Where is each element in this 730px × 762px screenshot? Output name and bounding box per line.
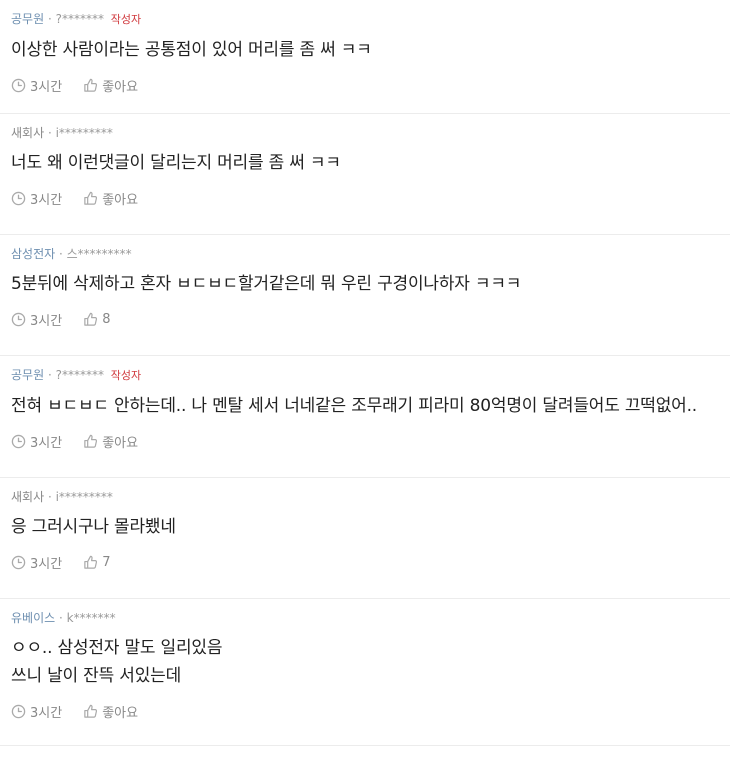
- comment-meta: 새회사 · i*********: [11, 488, 719, 506]
- time-info: 3시간: [11, 76, 62, 95]
- meta-separator: ·: [59, 247, 67, 261]
- comment-meta: 공무원 · ?******* 작성자: [11, 10, 719, 29]
- thumbs-up-icon: [84, 191, 98, 205]
- time-text: 3시간: [30, 79, 63, 95]
- clock-icon: [11, 191, 26, 205]
- comment-list: 공무원 · ?******* 작성자 이상한 사람이라는 공통점이 있어 머리를…: [0, 0, 730, 746]
- comment-text-line: 전혀 ㅂㄷㅂㄷ 안하는데.. 나 멘탈 세서 너네같은 조무래기 피라미 80억…: [11, 396, 698, 416]
- like-button[interactable]: 7: [83, 555, 110, 570]
- like-text: 좋아요: [102, 705, 139, 721]
- company-name[interactable]: 유베이스: [11, 611, 55, 625]
- user-name: ?*******: [55, 368, 104, 382]
- meta-separator: ·: [47, 12, 56, 26]
- like-button[interactable]: 좋아요: [83, 702, 138, 721]
- comment-actions: 3시간 8: [11, 310, 719, 329]
- comment-meta: 유베이스 · k*******: [11, 609, 719, 627]
- time-info: 3시간: [11, 310, 62, 329]
- time-text: 3시간: [30, 705, 63, 721]
- meta-separator: ·: [47, 126, 56, 140]
- comment-meta: 새회사 · i*********: [11, 124, 719, 142]
- comment-actions: 3시간 좋아요: [11, 432, 719, 451]
- meta-separator: ·: [47, 368, 56, 382]
- comment-text-line: 응 그러시구나 몰라뵀네: [11, 517, 176, 537]
- like-button[interactable]: 좋아요: [83, 432, 138, 451]
- clock-icon: [11, 78, 26, 92]
- meta-separator: ·: [59, 611, 67, 625]
- user-name: i*********: [55, 490, 113, 504]
- author-badge: 작성자: [110, 13, 142, 26]
- comment-actions: 3시간 좋아요: [11, 76, 719, 95]
- time-text: 3시간: [30, 192, 63, 208]
- like-text: 8: [102, 311, 111, 327]
- like-text: 좋아요: [102, 435, 139, 451]
- comment-actions: 3시간 좋아요: [11, 189, 719, 208]
- comment-body: 전혀 ㅂㄷㅂㄷ 안하는데.. 나 멘탈 세서 너네같은 조무래기 피라미 80억…: [11, 392, 719, 420]
- thumbs-up-icon: [84, 78, 98, 92]
- comment-item: 삼성전자 · 스********* 5분뒤에 삭제하고 혼자 ㅂㄷㅂㄷ할거같은데…: [0, 235, 730, 356]
- user-name: 스*********: [66, 247, 132, 261]
- meta-separator: ·: [47, 490, 56, 504]
- user-name: i*********: [55, 126, 113, 140]
- comment-meta: 공무원 · ?******* 작성자: [11, 366, 719, 385]
- clock-icon: [11, 312, 26, 326]
- like-text: 좋아요: [102, 79, 139, 95]
- company-name[interactable]: 새회사: [11, 490, 44, 504]
- comment-item: 공무원 · ?******* 작성자 전혀 ㅂㄷㅂㄷ 안하는데.. 나 멘탈 세…: [0, 356, 730, 478]
- comment-item: 공무원 · ?******* 작성자 이상한 사람이라는 공통점이 있어 머리를…: [0, 0, 730, 114]
- thumbs-up-icon: [84, 555, 98, 569]
- like-button[interactable]: 좋아요: [83, 76, 138, 95]
- like-text: 좋아요: [102, 192, 139, 208]
- thumbs-up-icon: [84, 312, 98, 326]
- comment-actions: 3시간 7: [11, 553, 719, 572]
- user-name: ?*******: [55, 12, 104, 26]
- clock-icon: [11, 555, 26, 569]
- time-info: 3시간: [11, 432, 62, 451]
- comment-body: 이상한 사람이라는 공통점이 있어 머리를 좀 써 ㅋㅋ: [11, 36, 719, 64]
- comment-text-line: ㅇㅇ.. 삼성전자 말도 일리있음: [11, 638, 223, 658]
- like-button[interactable]: 8: [83, 312, 110, 327]
- thumbs-up-icon: [84, 434, 98, 448]
- comment-meta: 삼성전자 · 스*********: [11, 245, 719, 263]
- comment-actions: 3시간 좋아요: [11, 702, 719, 721]
- company-name[interactable]: 공무원: [11, 368, 44, 382]
- author-badge: 작성자: [110, 369, 142, 382]
- time-text: 3시간: [30, 556, 63, 572]
- time-info: 3시간: [11, 553, 62, 572]
- comment-text-line: 쓰니 날이 잔뜩 서있는데: [11, 666, 182, 686]
- comment-item: 새회사 · i********* 응 그러시구나 몰라뵀네 3시간 7: [0, 478, 730, 599]
- comment-text-line: 이상한 사람이라는 공통점이 있어 머리를 좀 써 ㅋㅋ: [11, 40, 372, 60]
- like-text: 7: [102, 554, 111, 570]
- comment-item: 새회사 · i********* 너도 왜 이런댓글이 달리는지 머리를 좀 써…: [0, 114, 730, 235]
- company-name[interactable]: 삼성전자: [11, 247, 55, 261]
- time-text: 3시간: [30, 313, 63, 329]
- comment-body: 5분뒤에 삭제하고 혼자 ㅂㄷㅂㄷ할거같은데 뭐 우린 구경이나하자 ㅋㅋㅋ: [11, 270, 719, 298]
- thumbs-up-icon: [84, 704, 98, 718]
- comment-text-line: 너도 왜 이런댓글이 달리는지 머리를 좀 써 ㅋㅋ: [11, 153, 341, 173]
- user-name: k*******: [66, 611, 116, 625]
- comment-body: 너도 왜 이런댓글이 달리는지 머리를 좀 써 ㅋㅋ: [11, 149, 719, 177]
- time-text: 3시간: [30, 435, 63, 451]
- like-button[interactable]: 좋아요: [83, 189, 138, 208]
- clock-icon: [11, 434, 26, 448]
- time-info: 3시간: [11, 702, 62, 721]
- comment-body: ㅇㅇ.. 삼성전자 말도 일리있음쓰니 날이 잔뜩 서있는데: [11, 634, 719, 690]
- time-info: 3시간: [11, 189, 62, 208]
- company-name[interactable]: 공무원: [11, 12, 44, 26]
- comment-item: 유베이스 · k******* ㅇㅇ.. 삼성전자 말도 일리있음쓰니 날이 잔…: [0, 599, 730, 746]
- company-name[interactable]: 새회사: [11, 126, 44, 140]
- comment-text-line: 5분뒤에 삭제하고 혼자 ㅂㄷㅂㄷ할거같은데 뭐 우린 구경이나하자 ㅋㅋㅋ: [11, 274, 522, 294]
- clock-icon: [11, 704, 26, 718]
- comment-body: 응 그러시구나 몰라뵀네: [11, 513, 719, 541]
